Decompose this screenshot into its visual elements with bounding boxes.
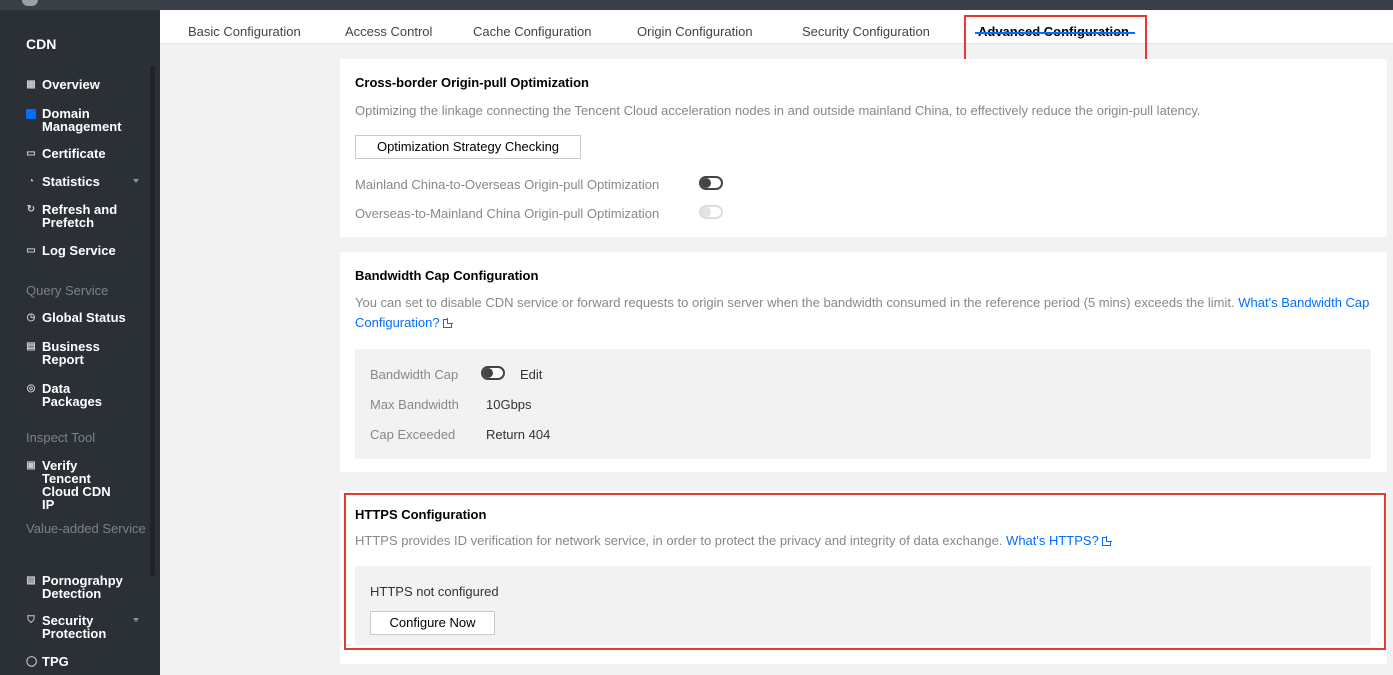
sidebar-item-log-service[interactable]: ▭ Log Service — [26, 243, 116, 258]
sidebar-item-label: Log Service — [42, 243, 116, 258]
bandwidth-cap-label: Bandwidth Cap — [370, 367, 459, 382]
mainland-to-overseas-label: Mainland China-to-Overseas Origin-pull O… — [355, 177, 660, 192]
ip-icon: ▣ — [26, 460, 36, 471]
max-bandwidth-label: Max Bandwidth — [370, 397, 459, 412]
bandwidth-edit-link[interactable]: Edit — [520, 367, 542, 382]
tab-access-control[interactable]: Access Control — [345, 24, 432, 39]
sidebar-item-pornography-detection[interactable]: ▨ Pornograhpy Detection — [26, 574, 132, 600]
chevron-down-icon — [133, 179, 139, 183]
shield-icon: ⛉ — [27, 615, 35, 626]
pie-chart-icon: ◔ — [27, 176, 35, 187]
product-title: CDN — [26, 36, 57, 52]
top-bar — [0, 0, 1393, 10]
circle-icon: ◯ — [26, 656, 38, 667]
sidebar-item-label: Refresh and Prefetch — [42, 202, 118, 230]
sidebar-item-refresh[interactable]: ↻ Refresh and Prefetch — [26, 203, 122, 229]
sidebar-item-label: Statistics — [42, 174, 100, 189]
sidebar-scrollbar[interactable] — [150, 66, 155, 576]
sidebar-item-global-status[interactable]: ◷ Global Status — [26, 311, 126, 324]
sidebar-item-security-protection[interactable]: ⛉ Security Protection — [26, 614, 151, 640]
bandwidth-title: Bandwidth Cap Configuration — [355, 268, 539, 283]
sidebar-item-domain-management[interactable]: Domain Management — [26, 107, 146, 133]
highlight-box-https — [344, 493, 1386, 650]
cross-border-description: Optimizing the linkage connecting the Te… — [355, 103, 1201, 118]
sidebar-item-label: Security Protection — [42, 613, 107, 641]
config-tabs: Basic Configuration Access Control Cache… — [160, 10, 1393, 44]
logo-icon — [22, 0, 38, 6]
sidebar-item-label: Certificate — [42, 146, 106, 161]
sidebar-item-label: Verify Tencent Cloud CDN IP — [42, 458, 111, 512]
sidebar-item-tpg[interactable]: ◯ TPG — [26, 655, 69, 668]
refresh-icon: ↻ — [26, 204, 36, 215]
tab-cache-configuration[interactable]: Cache Configuration — [473, 24, 592, 39]
overseas-to-mainland-toggle — [699, 205, 723, 219]
folder-icon: ▭ — [26, 245, 36, 256]
chevron-down-icon — [133, 618, 139, 622]
sidebar-item-data-packages[interactable]: ◎ Data Packages — [26, 382, 112, 408]
cross-border-title: Cross-border Origin-pull Optimization — [355, 75, 589, 90]
sidebar-item-label: Domain Management — [42, 106, 122, 134]
sidebar-item-label: Global Status — [42, 310, 126, 325]
optimization-strategy-button[interactable]: Optimization Strategy Checking — [355, 135, 581, 159]
sidebar-item-label: Pornograhpy Detection — [42, 573, 123, 601]
bandwidth-settings-panel: Bandwidth Cap Edit Max Bandwidth 10Gbps … — [355, 349, 1371, 459]
sidebar-item-business-report[interactable]: ▤ Business Report — [26, 340, 112, 366]
tab-basic-configuration[interactable]: Basic Configuration — [188, 24, 301, 39]
sidebar: CDN ▦ Overview Domain Management ▭ Certi… — [0, 10, 160, 675]
highlight-box-tab — [964, 15, 1147, 65]
certificate-icon: ▭ — [26, 148, 36, 159]
bandwidth-description: You can set to disable CDN service or fo… — [355, 295, 1370, 330]
grid-icon: ▦ — [26, 79, 36, 90]
sidebar-item-label: Data Packages — [42, 381, 102, 409]
cap-exceeded-value: Return 404 — [486, 427, 551, 442]
sidebar-group-value-added: Value-added Service — [26, 521, 146, 536]
sidebar-item-overview[interactable]: ▦ Overview — [26, 78, 100, 91]
max-bandwidth-value: 10Gbps — [486, 397, 532, 412]
domain-icon — [26, 109, 36, 119]
sidebar-group-inspect: Inspect Tool — [26, 430, 96, 445]
sidebar-item-statistics[interactable]: ◔ Statistics — [26, 175, 151, 188]
report-icon: ▤ — [26, 341, 36, 352]
sidebar-item-certificate[interactable]: ▭ Certificate — [26, 146, 106, 161]
external-link-icon — [442, 319, 452, 328]
tab-origin-configuration[interactable]: Origin Configuration — [637, 24, 753, 39]
bandwidth-cap-toggle[interactable] — [481, 366, 505, 380]
sidebar-item-label: Business Report — [42, 339, 100, 367]
mainland-to-overseas-toggle[interactable] — [699, 176, 723, 190]
sidebar-group-query: Query Service — [26, 283, 109, 298]
image-icon: ▨ — [26, 575, 36, 586]
tab-security-configuration[interactable]: Security Configuration — [802, 24, 930, 39]
sidebar-item-verify-ip[interactable]: ▣ Verify Tencent Cloud CDN IP — [26, 459, 122, 511]
sidebar-item-label: TPG — [42, 654, 69, 669]
cap-exceeded-label: Cap Exceeded — [370, 427, 456, 442]
sidebar-item-label: Overview — [42, 77, 100, 92]
overseas-to-mainland-label: Overseas-to-Mainland China Origin-pull O… — [355, 206, 660, 221]
clock-icon: ◷ — [26, 312, 36, 323]
package-icon: ◎ — [26, 383, 36, 394]
cross-border-card: Cross-border Origin-pull Optimization Op… — [340, 59, 1387, 237]
bandwidth-card: Bandwidth Cap Configuration You can set … — [340, 252, 1387, 472]
